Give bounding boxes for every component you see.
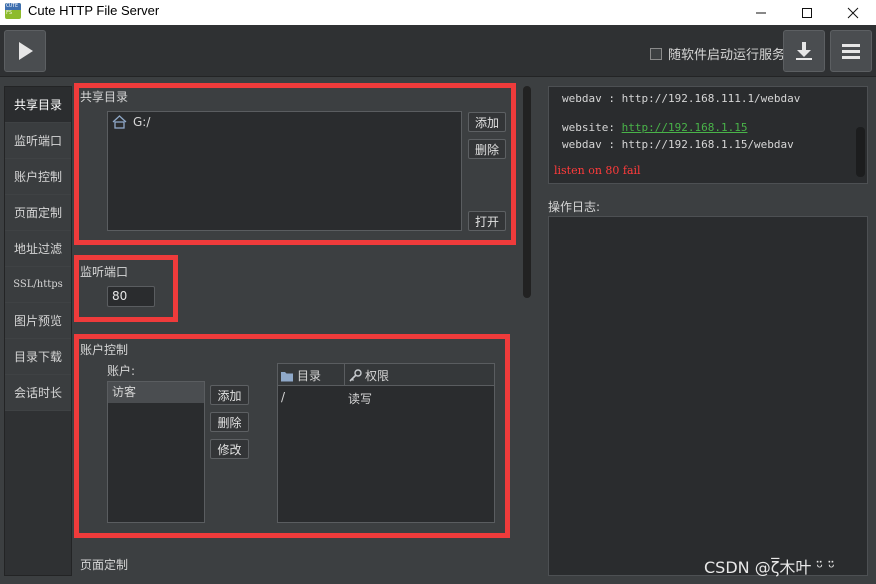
maximize-button[interactable] <box>784 0 830 25</box>
app-logo-icon: CUTE FS <box>5 3 21 19</box>
sidebar-item-shared-dirs[interactable]: 共享目录 <box>5 87 71 123</box>
scrollbar-thumb[interactable] <box>523 86 531 298</box>
sidebar-item-ssl[interactable]: SSL/https <box>5 267 71 303</box>
sidebar-item-listen-port[interactable]: 监听端口 <box>5 123 71 159</box>
close-icon <box>847 7 859 18</box>
highlight-box-shared-dirs <box>74 83 516 245</box>
content-scrollbar[interactable] <box>520 86 534 576</box>
title-bar: CUTE FS Cute HTTP File Server <box>0 0 876 25</box>
menu-button[interactable] <box>830 30 872 72</box>
log-scrollbar[interactable] <box>855 89 865 181</box>
autostart-label: 随软件启动运行服务 <box>668 48 786 63</box>
play-icon <box>19 42 33 60</box>
sidebar-item-ip-filter[interactable]: 地址过滤 <box>5 231 71 267</box>
download-button[interactable] <box>783 30 825 72</box>
highlight-box-accounts <box>74 334 510 538</box>
minimize-icon <box>756 12 766 13</box>
autostart-checkbox[interactable]: 随软件启动运行服务 <box>650 44 785 63</box>
log-line: website: http://192.168.1.15 <box>562 121 748 134</box>
log-scrollbar-thumb[interactable] <box>856 127 865 177</box>
watermark: CSDN @ζ̅木叶 ᵕ̈ ᵕ̈ <box>704 558 835 577</box>
op-log-label: 操作日志: <box>548 200 601 214</box>
sidebar-item-dir-download[interactable]: 目录下载 <box>5 339 71 375</box>
sidebar-item-image-preview[interactable]: 图片预览 <box>5 303 71 339</box>
op-log-panel <box>548 216 868 576</box>
highlight-box-listen-port <box>74 255 178 322</box>
window-title: Cute HTTP File Server <box>28 3 160 18</box>
download-icon <box>796 42 812 60</box>
hamburger-menu-icon <box>842 44 860 59</box>
page-custom-title: 页面定制 <box>80 558 129 572</box>
log-line: webdav : http://192.168.111.1/webdav <box>562 92 801 105</box>
settings-sidebar: 共享目录 监听端口 账户控制 页面定制 地址过滤 SSL/https 图片预览 … <box>4 86 72 576</box>
sidebar-item-page-custom[interactable]: 页面定制 <box>5 195 71 231</box>
sidebar-item-session-timeout[interactable]: 会话时长 <box>5 375 71 411</box>
minimize-button[interactable] <box>738 0 784 25</box>
log-line: webdav : http://192.168.1.15/webdav <box>562 138 794 151</box>
maximize-icon <box>802 7 812 18</box>
start-server-button[interactable] <box>4 30 46 72</box>
close-window-button[interactable] <box>830 0 876 25</box>
website-link[interactable]: http://192.168.1.15 <box>622 121 748 134</box>
sidebar-item-accounts[interactable]: 账户控制 <box>5 159 71 195</box>
log-error: listen on 80 fail <box>554 164 641 177</box>
toolbar: 随软件启动运行服务 <box>0 25 876 77</box>
server-log: webdav : http://192.168.111.1/webdav web… <box>548 86 868 184</box>
autostart-checkbox-box[interactable] <box>650 47 662 60</box>
